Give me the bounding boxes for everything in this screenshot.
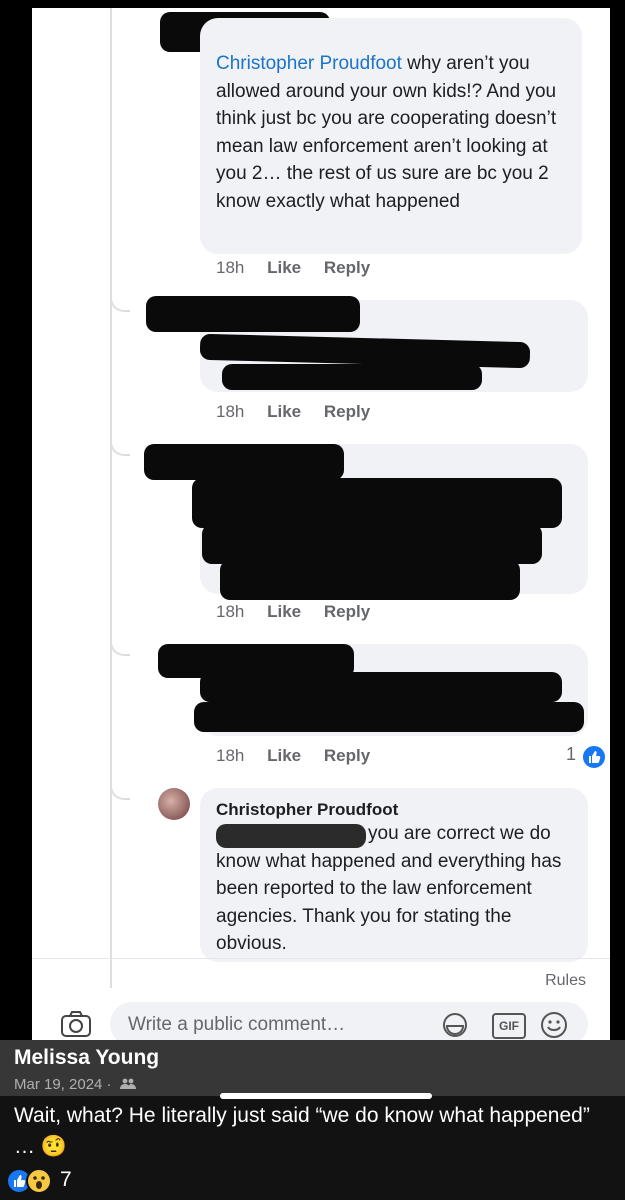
comment-actions: 18h Like Reply <box>216 402 388 422</box>
reply-button[interactable]: Reply <box>324 258 370 277</box>
avatar[interactable] <box>158 788 190 820</box>
gif-button[interactable]: GIF <box>492 1013 526 1039</box>
comment-text: Christopher Proudfoot why aren’t you all… <box>216 50 572 215</box>
comment-actions: 18h Like Reply <box>216 602 388 622</box>
friends-icon <box>119 1077 136 1094</box>
comment-input[interactable]: Write a public comment… GIF <box>110 1002 588 1040</box>
like-reaction-icon[interactable] <box>581 744 607 770</box>
comment-actions: 18h Like Reply <box>216 258 388 278</box>
redaction <box>144 444 344 480</box>
reaction-count: 1 <box>566 744 577 764</box>
redaction <box>200 672 562 702</box>
redaction <box>194 702 584 732</box>
comment-actions: 18h Like Reply <box>216 746 388 766</box>
comment-time: 18h <box>216 258 245 277</box>
thread-line <box>110 8 112 988</box>
like-button[interactable]: Like <box>267 746 301 765</box>
redaction <box>146 296 360 332</box>
post-date-text: Mar 19, 2024 · <box>14 1076 112 1093</box>
divider <box>32 958 610 959</box>
post-author[interactable]: Melissa Young <box>14 1046 159 1070</box>
post-date: Mar 19, 2024 · <box>14 1076 136 1094</box>
post-text-body: Wait, what? He literally just said “we d… <box>14 1104 590 1158</box>
rules-link[interactable]: Rules <box>545 972 586 990</box>
reply-button[interactable]: Reply <box>324 602 370 621</box>
reply-button[interactable]: Reply <box>324 402 370 421</box>
post-text: Wait, what? He literally just said “we d… <box>14 1100 614 1162</box>
redaction <box>202 524 542 564</box>
reply-button[interactable]: Reply <box>324 746 370 765</box>
comment-composer: Write a public comment… GIF <box>32 1002 610 1040</box>
raised-eyebrow-emoji-icon: 🤨 <box>40 1135 67 1158</box>
comment-thread-screenshot: Christopher Proudfoot why aren’t you all… <box>32 8 610 1040</box>
reply-connector <box>110 636 130 656</box>
comment-time: 18h <box>216 746 245 765</box>
comment-bubble: Christopher Proudfoot you are correct we… <box>200 788 588 962</box>
comment-time: 18h <box>216 402 245 421</box>
reply-connector <box>110 436 130 456</box>
emoji-icon[interactable] <box>540 1011 568 1039</box>
avatar-sticker-icon[interactable] <box>440 1012 470 1038</box>
reply-connector <box>110 292 130 312</box>
comment-placeholder: Write a public comment… <box>128 1014 346 1035</box>
comment-bubble: Christopher Proudfoot why aren’t you all… <box>200 18 582 254</box>
reply-connector <box>110 780 130 800</box>
redaction <box>220 560 520 600</box>
reaction-count: 7 <box>60 1168 72 1191</box>
redaction <box>192 478 562 528</box>
like-button[interactable]: Like <box>267 402 301 421</box>
comment-body: why aren’t you allowed around your own k… <box>216 53 557 212</box>
wow-reaction-icon <box>26 1168 52 1194</box>
like-button[interactable]: Like <box>267 258 301 277</box>
comment-time: 18h <box>216 602 245 621</box>
home-indicator <box>220 1093 432 1099</box>
comment-author[interactable]: Christopher Proudfoot <box>216 800 398 820</box>
camera-icon[interactable] <box>60 1010 91 1037</box>
like-button[interactable]: Like <box>267 602 301 621</box>
mention-link[interactable]: Christopher Proudfoot <box>216 53 402 74</box>
redaction <box>222 364 482 390</box>
redaction <box>216 824 366 848</box>
post-caption-overlay: Melissa Young Mar 19, 2024 · Wait, what?… <box>0 1040 625 1200</box>
